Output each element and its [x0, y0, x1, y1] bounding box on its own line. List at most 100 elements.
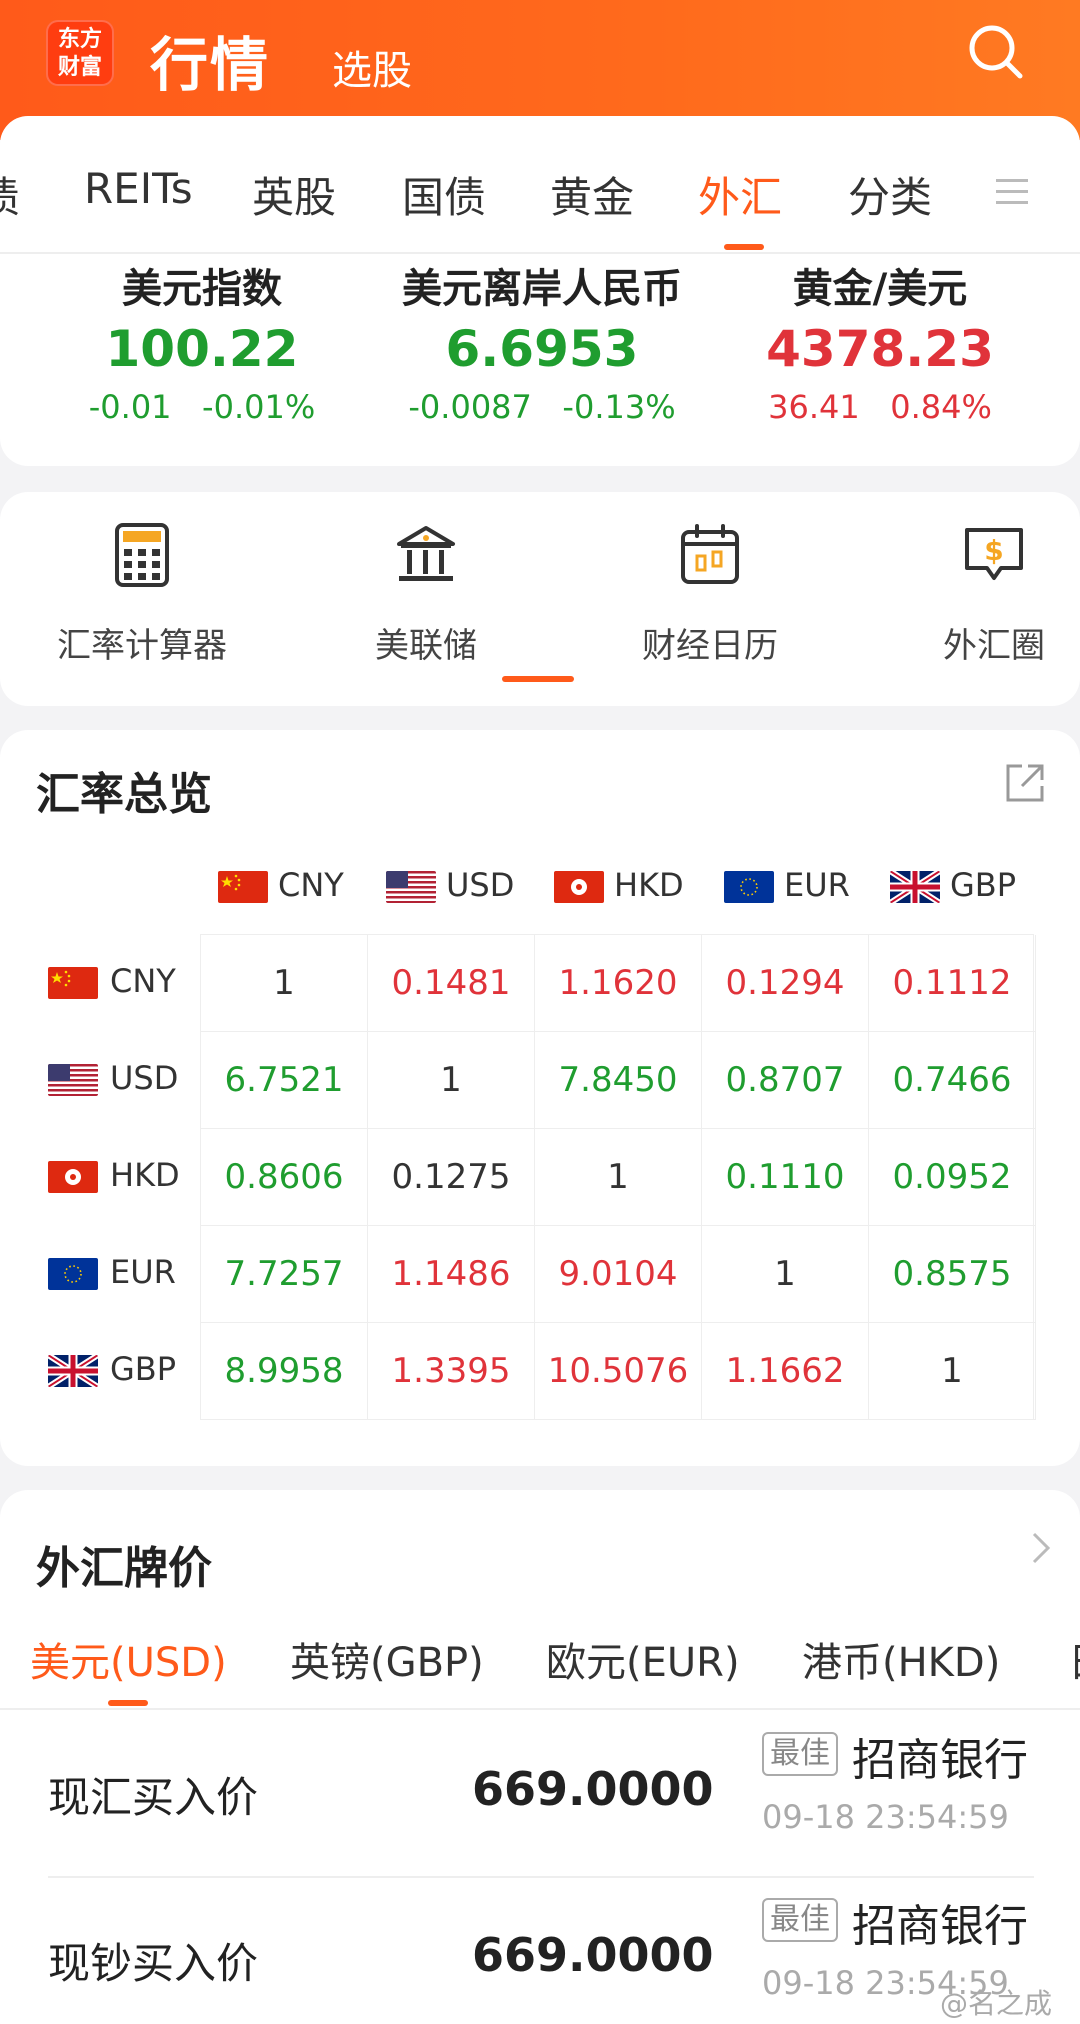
tab-uk-stocks[interactable]: 英股	[252, 164, 336, 225]
eu-flag-icon	[48, 1258, 98, 1290]
gb-flag-icon	[48, 1355, 98, 1387]
tab-treasury[interactable]: 国债	[402, 164, 486, 225]
tool-label: 财经日历	[642, 626, 778, 666]
rate-cell: 0.8707	[702, 1032, 869, 1129]
scroll-indicator	[502, 676, 574, 682]
rate-cell: 0.1275	[368, 1129, 535, 1226]
divider	[0, 252, 1080, 254]
tab-usd[interactable]: 美元(USD)	[30, 1630, 227, 1688]
quote-time: 09-18 23:54:59	[762, 1798, 1009, 1836]
tool-fed[interactable]: 美联储	[316, 520, 536, 667]
row-header-gbp: GBP	[48, 1350, 176, 1388]
rate-cell: 1.1662	[702, 1323, 869, 1420]
index-value: 6.6953	[445, 320, 639, 378]
row-header-hkd: HKD	[48, 1156, 180, 1194]
currency-code: GBP	[110, 1350, 177, 1388]
tab-gbp[interactable]: 英镑(GBP)	[290, 1630, 484, 1688]
divider	[0, 1708, 1080, 1710]
tab-bond[interactable]: 债	[0, 164, 20, 225]
cn-flag-icon	[218, 871, 268, 903]
fx-quotes-card: 外汇牌价 美元(USD) 英镑(GBP) 欧元(EUR) 港币(HKD) 日 现…	[0, 1490, 1080, 2024]
index-gold-usd[interactable]: 黄金/美元 4378.23 36.41 0.84%	[700, 256, 1060, 426]
logo-line1: 东方	[57, 27, 102, 52]
change-abs: 36.41	[768, 388, 860, 426]
tab-eur[interactable]: 欧元(EUR)	[546, 1630, 740, 1688]
change-pct: 0.84%	[890, 388, 992, 426]
menu-icon[interactable]	[994, 174, 1030, 210]
currency-code: EUR	[110, 1253, 176, 1291]
active-tab-indicator	[108, 1700, 148, 1706]
col-header-gbp: GBP	[890, 866, 1016, 904]
app-logo[interactable]: 东方 财富	[46, 20, 114, 86]
quote-row[interactable]: 现汇买入价 669.0000 最佳 招商银行 09-18 23:54:59	[48, 1712, 1034, 1878]
tab-jpy[interactable]: 日	[1068, 1630, 1080, 1688]
rate-cell: 0.0952	[869, 1129, 1036, 1226]
search-icon[interactable]	[964, 20, 1028, 84]
index-name: 黄金/美元	[792, 266, 968, 312]
tool-economic-calendar[interactable]: 财经日历	[600, 520, 820, 667]
tab-reits[interactable]: REITs	[84, 164, 193, 213]
quote-label: 现钞买入价	[48, 1939, 259, 1988]
rate-cell: 1.3395	[368, 1323, 535, 1420]
col-header-eur: EUR	[724, 866, 850, 904]
rate-cell: 7.8450	[535, 1032, 702, 1129]
quote-value: 669.0000	[472, 1762, 714, 1816]
hk-flag-icon	[554, 871, 604, 903]
chevron-right-icon[interactable]	[1026, 1528, 1056, 1568]
rate-cell: 1	[869, 1323, 1036, 1420]
currency-code: USD	[446, 866, 515, 904]
tool-label: 汇率计算器	[57, 626, 227, 666]
index-change: -0.01 -0.01%	[22, 388, 382, 426]
tool-fx-calculator[interactable]: 汇率计算器	[32, 520, 252, 667]
us-flag-icon	[48, 1064, 98, 1096]
quote-row[interactable]: 现钞买入价 669.0000 最佳 招商银行 09-18 23:54:59	[48, 1878, 1034, 2024]
tool-label: 外汇圈	[943, 626, 1045, 666]
col-header-usd: USD	[386, 866, 514, 904]
tab-category[interactable]: 分类	[848, 164, 932, 225]
rate-cell: 1.1620	[535, 935, 702, 1032]
quote-label: 现汇买入价	[48, 1773, 259, 1822]
stock-picker-tab[interactable]: 选股	[332, 38, 412, 96]
rate-cell: 0.1112	[869, 935, 1036, 1032]
rate-cell: 1	[535, 1129, 702, 1226]
index-change: -0.0087 -0.13%	[362, 388, 722, 426]
rate-cell: 0.8606	[201, 1129, 368, 1226]
category-tabs: 债 REITs 英股 国债 黄金 外汇 分类	[0, 116, 1080, 252]
index-usd-cnh[interactable]: 美元离岸人民币 6.6953 -0.0087 -0.13%	[362, 256, 722, 426]
index-value: 100.22	[105, 320, 299, 378]
change-abs: -0.0087	[408, 388, 532, 426]
gb-flag-icon	[890, 871, 940, 903]
watermark: @名之成	[940, 1987, 1053, 2020]
currency-code: HKD	[110, 1156, 180, 1194]
eu-flag-icon	[724, 871, 774, 903]
change-pct: -0.01%	[202, 388, 316, 426]
bank-name: 招商银行	[852, 1901, 1028, 1952]
bank-icon	[397, 526, 455, 581]
calculator-icon	[115, 523, 169, 587]
change-abs: -0.01	[88, 388, 172, 426]
tab-gold[interactable]: 黄金	[550, 164, 634, 225]
row-header-usd: USD	[48, 1059, 178, 1097]
index-value: 4378.23	[766, 320, 994, 378]
external-link-icon[interactable]	[1002, 760, 1048, 806]
currency-code: EUR	[784, 866, 850, 904]
col-header-hkd: HKD	[554, 866, 684, 904]
rate-cell: 1	[368, 1032, 535, 1129]
tab-forex[interactable]: 外汇	[698, 164, 782, 225]
index-usd[interactable]: 美元指数 100.22 -0.01 -0.01%	[22, 256, 382, 426]
section-title[interactable]: 外汇牌价	[36, 1532, 212, 1596]
page-title[interactable]: 行情	[150, 18, 270, 102]
tab-hkd[interactable]: 港币(HKD)	[802, 1630, 1000, 1688]
active-tab-indicator	[724, 244, 764, 250]
rate-cell: 0.1110	[702, 1129, 869, 1226]
currency-code: CNY	[278, 866, 344, 904]
change-pct: -0.13%	[562, 388, 676, 426]
tool-fx-circle[interactable]: $ 外汇圈	[884, 520, 1080, 667]
rate-cell: 0.7466	[869, 1032, 1036, 1129]
rate-cell: 1	[201, 935, 368, 1032]
tools-card: 汇率计算器 美联储 财经日历 $ 外汇圈	[0, 492, 1080, 706]
cn-flag-icon	[48, 967, 98, 999]
rate-cell: 8.9958	[201, 1323, 368, 1420]
best-badge: 最佳	[762, 1898, 838, 1942]
us-flag-icon	[386, 871, 436, 903]
